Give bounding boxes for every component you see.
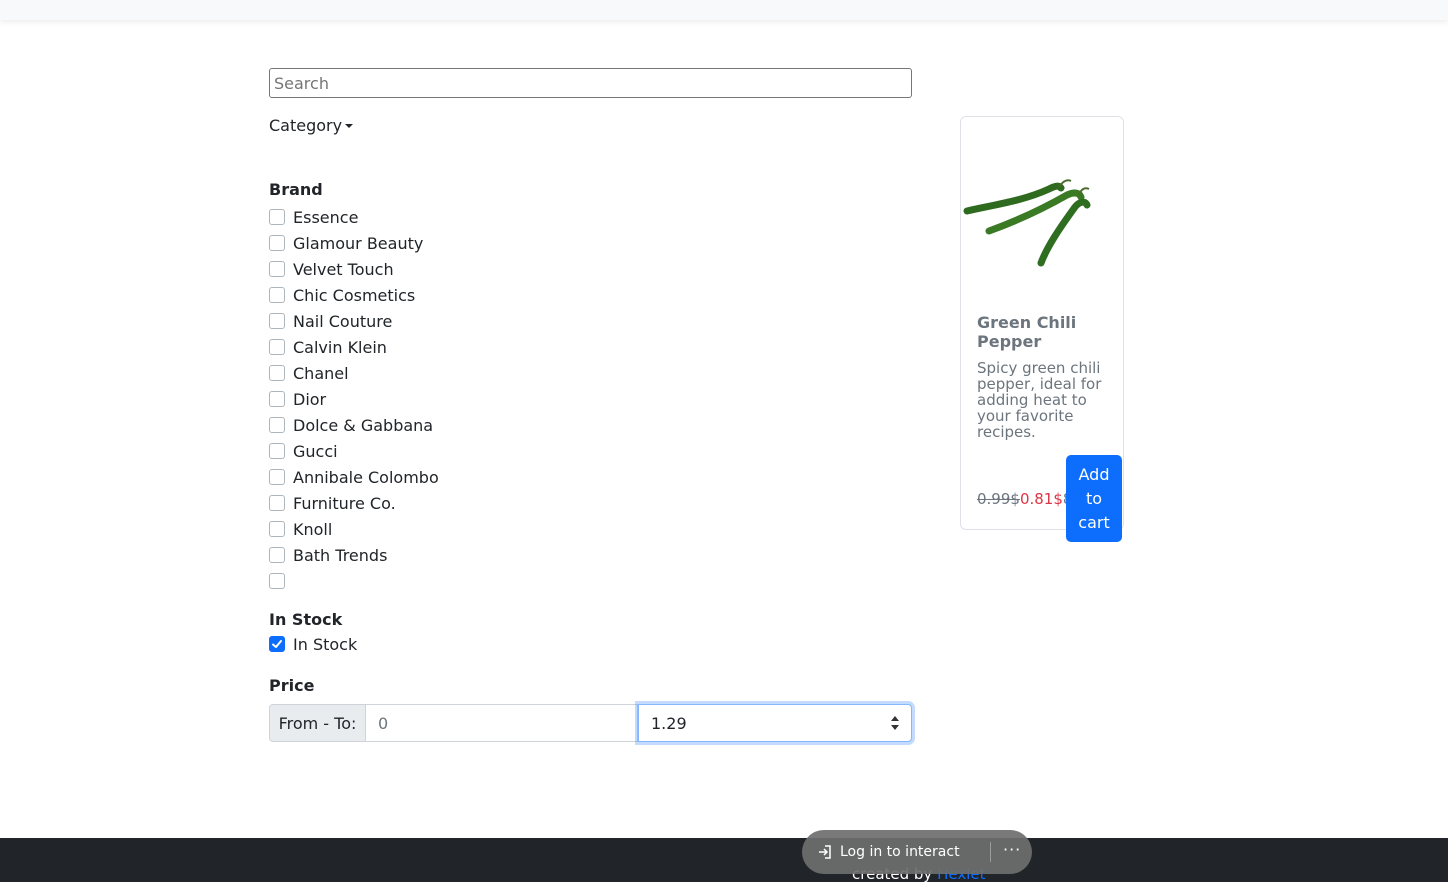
add-to-cart-button[interactable]: Add to cart — [1066, 455, 1122, 542]
category-dropdown[interactable]: Category — [269, 116, 354, 135]
brand-option[interactable]: Annibale Colombo — [269, 464, 439, 490]
stock-option[interactable]: In Stock — [269, 631, 357, 657]
footer — [0, 838, 1448, 882]
category-label: Category — [269, 116, 343, 135]
checkbox[interactable] — [269, 339, 285, 355]
chevron-down-icon — [345, 124, 354, 128]
stock-title: In Stock — [269, 610, 343, 629]
divider — [990, 842, 991, 862]
brand-option[interactable] — [269, 568, 439, 594]
price-from-value: 0 — [378, 713, 389, 733]
product-price: 0.99$0.81$8 — [977, 490, 1066, 508]
brand-label: Knoll — [293, 519, 333, 539]
checkbox[interactable] — [269, 547, 285, 563]
brand-option[interactable]: Essence — [269, 204, 439, 230]
price-range: From - To: 0 1.29 — [269, 704, 912, 742]
stock-label: In Stock — [293, 634, 358, 654]
brand-label: Chic Cosmetics — [293, 285, 416, 305]
price-to-value: 1.29 — [651, 713, 687, 733]
price-title: Price — [269, 676, 315, 695]
brand-option[interactable]: Bath Trends — [269, 542, 439, 568]
checkbox[interactable] — [269, 287, 285, 303]
brand-option[interactable]: Velvet Touch — [269, 256, 439, 282]
checkbox[interactable] — [269, 391, 285, 407]
brand-label: Dior — [293, 389, 327, 409]
checkbox[interactable] — [269, 573, 285, 589]
brand-option[interactable]: Chic Cosmetics — [269, 282, 439, 308]
login-label[interactable]: Log in to interact — [840, 844, 960, 860]
more-icon[interactable]: ··· — [1003, 840, 1021, 859]
brand-option[interactable]: Furniture Co. — [269, 490, 439, 516]
top-navbar — [0, 0, 1448, 20]
price-range-label: From - To: — [269, 704, 366, 742]
brand-option[interactable]: Gucci — [269, 438, 439, 464]
login-overlay[interactable]: Log in to interact ··· — [802, 830, 1032, 874]
old-price: 0.99$ — [977, 490, 1020, 508]
brand-label: Nail Couture — [293, 311, 393, 331]
brand-label: Essence — [293, 207, 359, 227]
brand-option[interactable]: Dolce & Gabbana — [269, 412, 439, 438]
brand-label: Dolce & Gabbana — [293, 415, 434, 435]
spin-down-icon[interactable] — [891, 725, 899, 730]
product-title: Green Chili Pepper — [977, 313, 1077, 351]
brand-label: Glamour Beauty — [293, 233, 424, 253]
brand-label: Calvin Klein — [293, 337, 387, 357]
product-card: Green Chili Pepper Spicy green chili pep… — [960, 116, 1124, 542]
checkbox-checked[interactable] — [269, 636, 285, 652]
brand-label: Furniture Co. — [293, 493, 396, 513]
checkbox[interactable] — [269, 417, 285, 433]
price-to-input[interactable]: 1.29 — [638, 704, 912, 742]
checkbox[interactable] — [269, 469, 285, 485]
brand-title: Brand — [269, 180, 323, 199]
number-spinner[interactable] — [891, 716, 899, 730]
checkbox[interactable] — [269, 261, 285, 277]
brand-option[interactable]: Nail Couture — [269, 308, 439, 334]
search-input[interactable] — [269, 68, 912, 98]
brand-option[interactable]: Knoll — [269, 516, 439, 542]
spin-up-icon[interactable] — [891, 716, 899, 721]
brand-label: Annibale Colombo — [293, 467, 439, 487]
checkbox[interactable] — [269, 495, 285, 511]
brand-option[interactable]: Chanel — [269, 360, 439, 386]
brand-label: Bath Trends — [293, 545, 388, 565]
checkmark-icon — [272, 640, 282, 648]
checkbox[interactable] — [269, 235, 285, 251]
green-chili-pepper-image — [963, 179, 1091, 267]
checkbox[interactable] — [269, 521, 285, 537]
product-description: Spicy green chili pepper, ideal for addi… — [977, 359, 1102, 441]
checkbox[interactable] — [269, 443, 285, 459]
checkbox[interactable] — [269, 313, 285, 329]
checkbox[interactable] — [269, 365, 285, 381]
brand-label: Chanel — [293, 363, 349, 383]
checkbox[interactable] — [269, 209, 285, 225]
brand-label: Velvet Touch — [293, 259, 394, 279]
new-price: 0.81$ — [1019, 490, 1063, 508]
brand-option[interactable]: Dior — [269, 386, 439, 412]
brand-option[interactable]: Glamour Beauty — [269, 230, 439, 256]
brand-label: Gucci — [293, 441, 338, 461]
brand-option[interactable]: Calvin Klein — [269, 334, 439, 360]
brand-list: Essence Glamour Beauty Velvet Touch Chic… — [269, 204, 439, 594]
price-from-input[interactable]: 0 — [366, 704, 638, 742]
login-icon — [819, 845, 831, 859]
